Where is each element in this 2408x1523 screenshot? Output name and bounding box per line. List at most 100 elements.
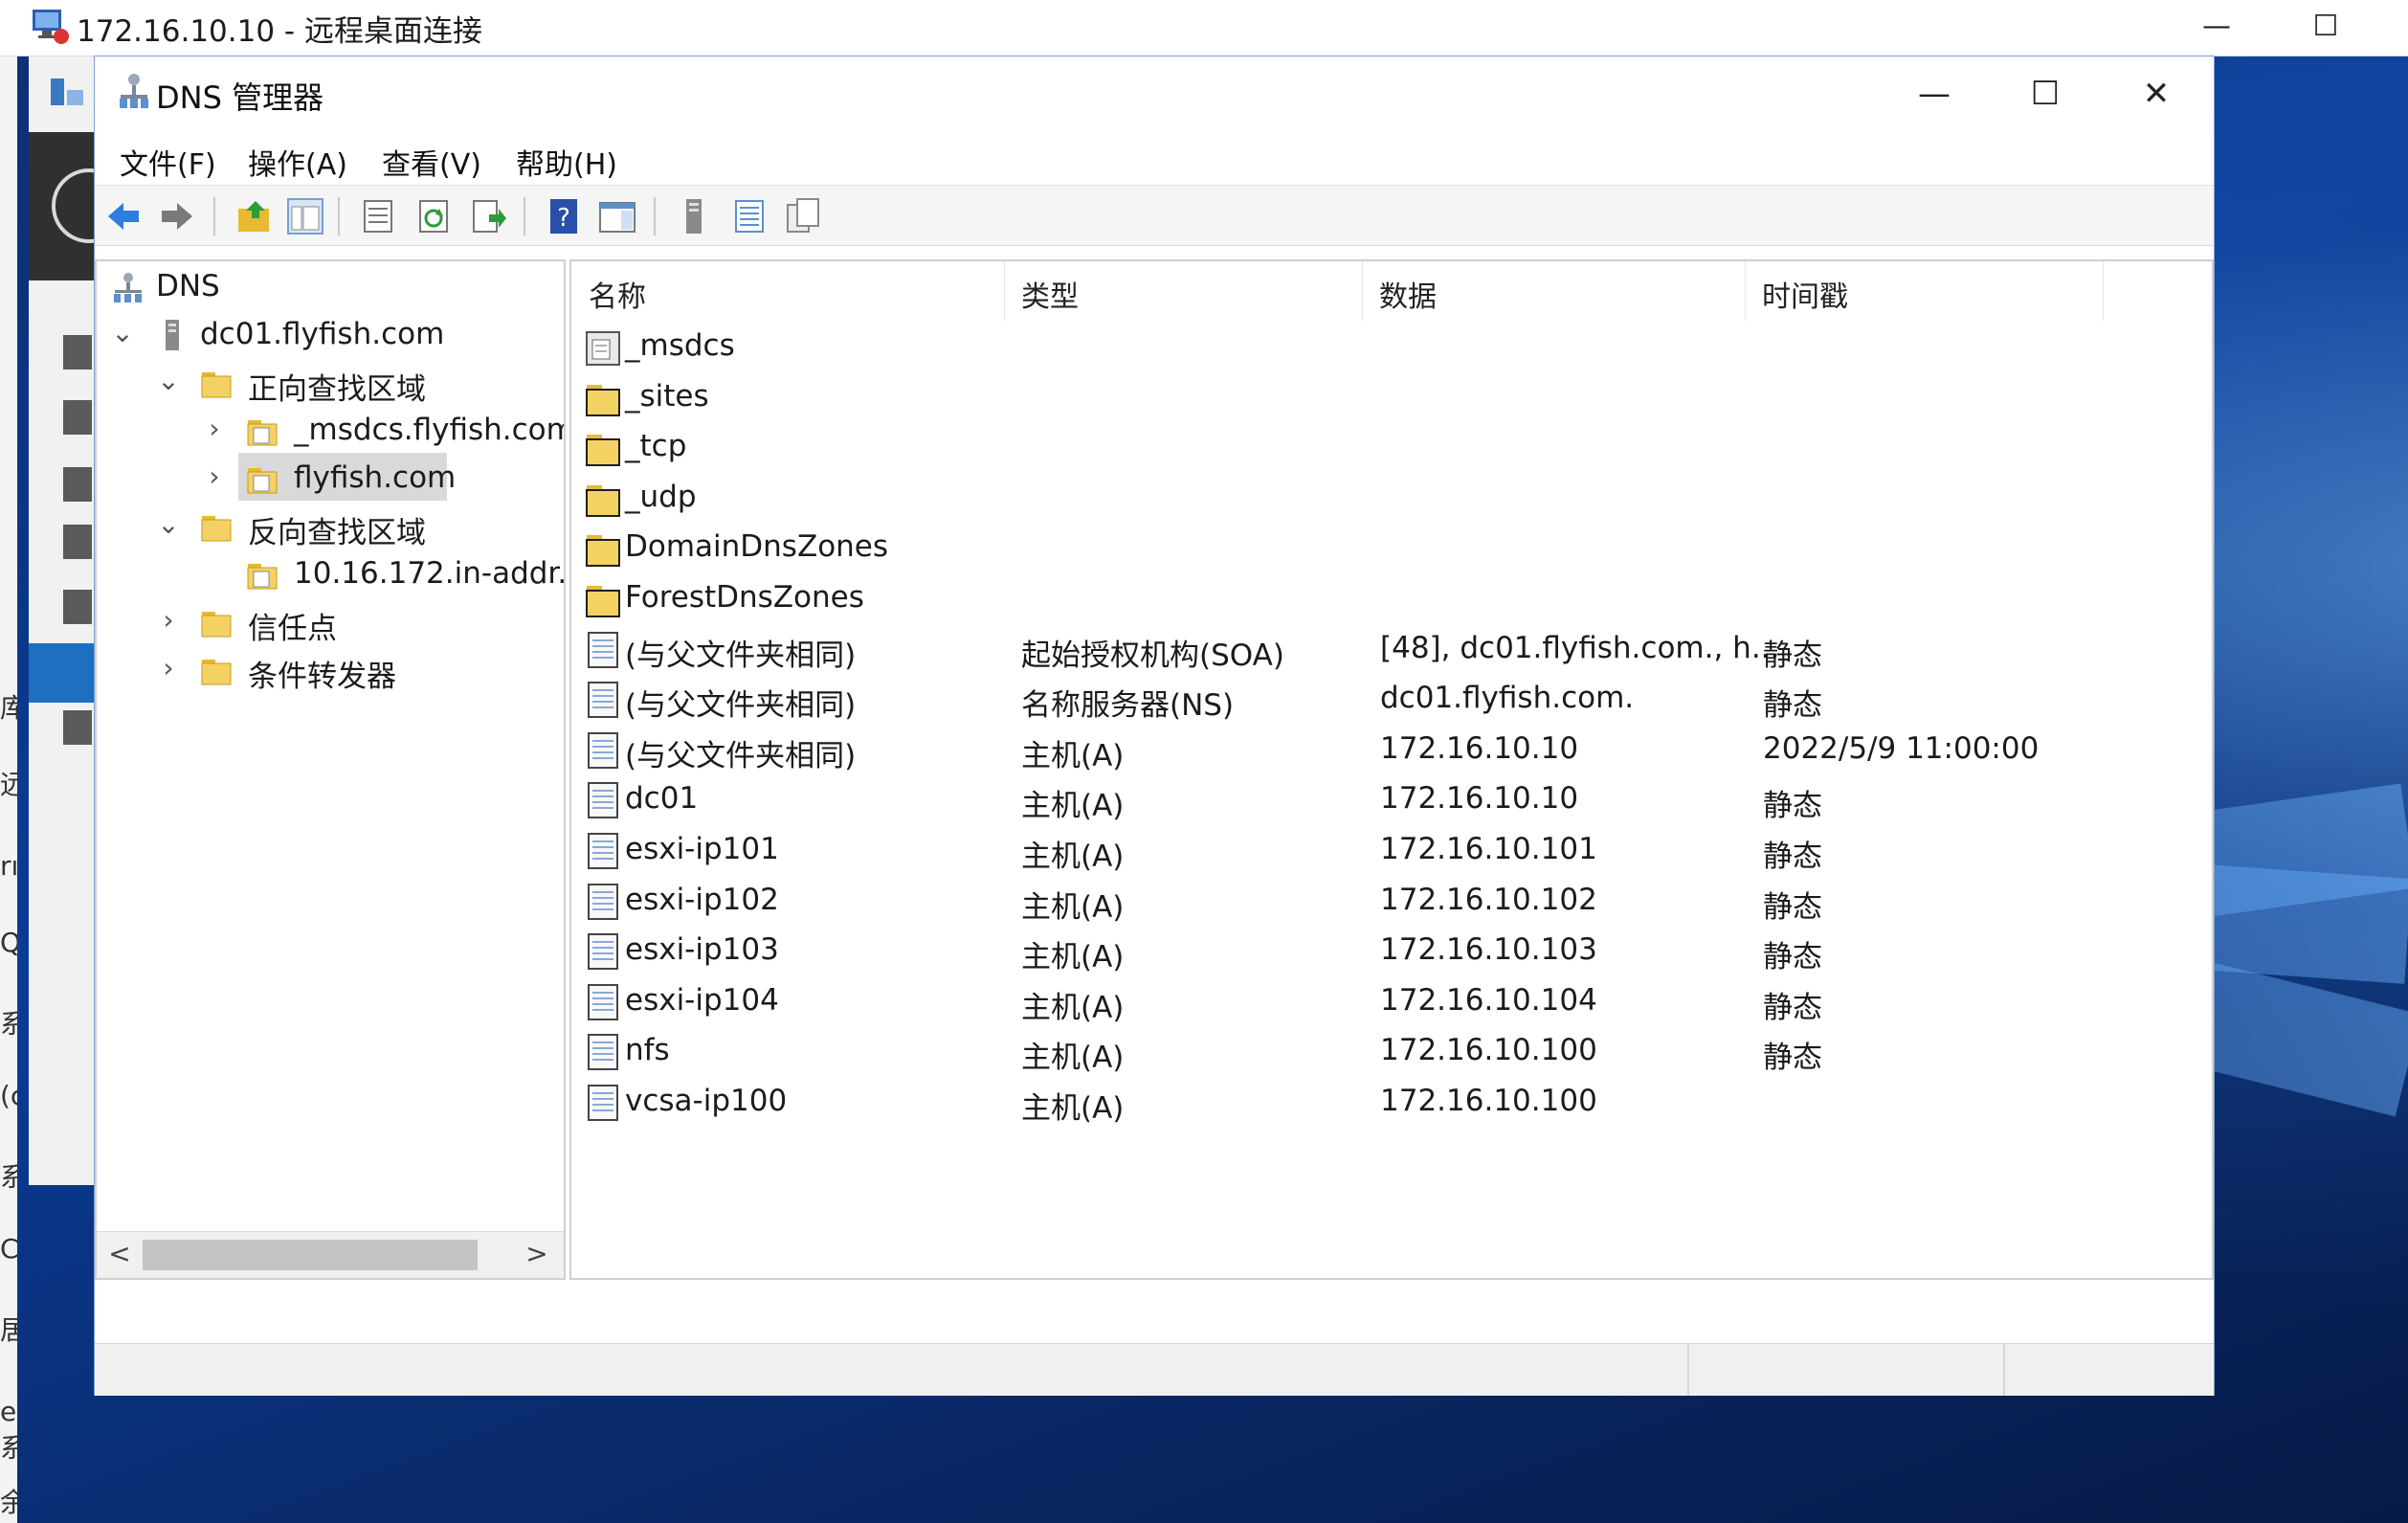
chevron-down-icon[interactable]: ⌄ xyxy=(154,365,183,403)
folder-icon xyxy=(586,535,620,568)
folder-icon xyxy=(201,612,232,638)
table-row[interactable]: ForestDnsZones xyxy=(571,574,2212,624)
background-text: 远 xyxy=(0,769,17,800)
show-hide-console-tree-icon[interactable] xyxy=(286,197,324,235)
tree-horizontal-scrollbar[interactable]: < > xyxy=(97,1231,564,1278)
server-icon[interactable] xyxy=(675,197,713,235)
chevron-right-icon[interactable]: › xyxy=(200,460,229,499)
record-data: 172.16.10.104 xyxy=(1380,982,1597,1018)
server-icon xyxy=(166,320,179,350)
table-row[interactable]: _sites xyxy=(571,373,2212,423)
console-tree: DNS ⌄ dc01.flyfish.com ⌄ 正向查找区域 › _msdcs… xyxy=(95,259,566,1280)
background-text: 系 xyxy=(0,1008,17,1040)
properties-icon[interactable] xyxy=(359,197,397,235)
scroll-left-icon[interactable]: < xyxy=(100,1238,139,1272)
close-button[interactable]: ✕ xyxy=(2118,70,2195,118)
column-header-label: 数据 xyxy=(1379,280,1437,314)
remote-desktop-icon xyxy=(33,10,69,44)
menu-file[interactable]: 文件(F) xyxy=(120,141,216,183)
record-icon xyxy=(588,682,618,719)
zone-icon xyxy=(247,420,278,446)
folder-icon xyxy=(586,435,620,467)
table-row[interactable]: (与父文件夹相同) 名称服务器(NS) dc01.flyfish.com. 静态 xyxy=(571,675,2212,725)
record-data: 172.16.10.10 xyxy=(1380,781,1579,817)
scrollbar-thumb[interactable] xyxy=(143,1240,478,1270)
table-row[interactable]: _udp xyxy=(571,474,2212,524)
forward-arrow-icon[interactable] xyxy=(158,197,196,235)
record-icon xyxy=(588,782,618,819)
record-icon xyxy=(588,631,618,668)
chevron-down-icon[interactable]: ⌄ xyxy=(154,508,183,547)
all-servers-icon[interactable] xyxy=(63,467,92,502)
column-header-label: 名称 xyxy=(589,280,646,314)
table-row[interactable]: esxi-ip104 主机(A) 172.16.10.104 静态 xyxy=(571,977,2212,1027)
chevron-right-icon[interactable]: › xyxy=(154,652,183,690)
record-type: 起始授权机构(SOA) xyxy=(1021,638,1284,673)
toolbar-separator xyxy=(654,197,656,235)
back-arrow-icon[interactable] xyxy=(104,197,143,235)
background-text: Ql xyxy=(0,927,17,958)
table-row[interactable]: esxi-ip103 主机(A) 172.16.10.103 静态 xyxy=(571,927,2212,976)
record-data: 172.16.10.100 xyxy=(1380,1084,1597,1118)
column-header-data[interactable]: 数据 xyxy=(1362,261,1746,321)
rdp-maximize-button[interactable]: ☐ xyxy=(2297,6,2354,48)
record-name: DomainDnsZones xyxy=(625,529,889,565)
background-text: e系 xyxy=(0,1396,17,1464)
scroll-right-icon[interactable]: > xyxy=(518,1238,556,1272)
zone-icon xyxy=(247,564,278,590)
record-name: (与父文件夹相同) xyxy=(625,738,857,773)
table-row[interactable]: vcsa-ip100 主机(A) 172.16.10.100 xyxy=(571,1078,2212,1128)
record-name: _sites xyxy=(625,378,709,414)
record-data: dc01.flyfish.com. xyxy=(1380,681,1635,716)
dns-role-selected-icon[interactable] xyxy=(29,643,94,703)
chevron-right-icon[interactable]: › xyxy=(154,604,183,642)
record-icon xyxy=(588,731,618,769)
menu-help[interactable]: 帮助(H) xyxy=(516,141,617,183)
record-type: 名称服务器(NS) xyxy=(1021,688,1235,724)
menu-action[interactable]: 操作(A) xyxy=(248,141,347,183)
menu-view[interactable]: 查看(V) xyxy=(382,141,481,183)
background-window-edge: 库 远 rı Ql 系 (c 系 CS 居 e系 余 xyxy=(0,56,17,1523)
zone-records-icon[interactable] xyxy=(730,197,769,235)
local-server-icon[interactable] xyxy=(63,400,92,435)
file-services-icon[interactable] xyxy=(63,710,92,745)
table-row[interactable]: dc01 主机(A) 172.16.10.10 静态 xyxy=(571,775,2212,825)
table-row[interactable]: _msdcs xyxy=(571,323,2212,372)
copy-icon[interactable] xyxy=(784,197,822,235)
export-list-icon[interactable] xyxy=(470,197,508,235)
action-pane-icon[interactable] xyxy=(598,197,636,235)
table-row[interactable]: esxi-ip102 主机(A) 172.16.10.102 静态 xyxy=(571,877,2212,927)
column-header-name[interactable]: 名称 xyxy=(571,261,1005,321)
help-icon[interactable]: ? xyxy=(545,197,583,235)
table-row[interactable]: esxi-ip101 主机(A) 172.16.10.101 静态 xyxy=(571,826,2212,876)
record-icon xyxy=(588,1085,618,1121)
background-text: rı xyxy=(0,850,17,882)
minimize-button[interactable]: — xyxy=(1896,70,1973,118)
column-header-type[interactable]: 类型 xyxy=(1004,261,1363,321)
table-row[interactable]: nfs 主机(A) 172.16.10.100 静态 xyxy=(571,1027,2212,1077)
tree-label: _msdcs.flyfish.com xyxy=(294,413,566,447)
table-row[interactable]: (与父文件夹相同) 起始授权机构(SOA) [48], dc01.flyfish.c… xyxy=(571,625,2212,675)
record-icon xyxy=(588,1034,618,1071)
record-type: 主机(A) xyxy=(1021,789,1125,824)
ad-icon[interactable] xyxy=(63,525,92,559)
maximize-button[interactable]: ☐ xyxy=(2007,70,2084,118)
table-row[interactable]: _tcp xyxy=(571,423,2212,473)
rdp-minimize-button[interactable]: — xyxy=(2188,6,2245,48)
table-row[interactable]: DomainDnsZones xyxy=(571,524,2212,573)
record-timestamp: 静态 xyxy=(1763,889,1822,925)
chevron-right-icon[interactable]: › xyxy=(200,413,229,451)
rdp-window-title: 172.16.10.10 - 远程桌面连接 xyxy=(77,14,482,49)
records-list: 名称 类型 数据 时间戳 _msdcs _sites _tcp _udp DomainD… xyxy=(569,259,2214,1280)
table-row[interactable]: (与父文件夹相同) 主机(A) 172.16.10.10 2022/5/9 11:00… xyxy=(571,726,2212,775)
menu-bar: 文件(F) 操作(A) 查看(V) 帮助(H) xyxy=(95,135,2214,185)
up-folder-icon[interactable] xyxy=(234,197,273,235)
dashboard-icon[interactable] xyxy=(63,335,92,370)
background-text: 居 xyxy=(0,1314,17,1346)
column-header-timestamp[interactable]: 时间戳 xyxy=(1745,261,2104,321)
chevron-down-icon[interactable]: ⌄ xyxy=(108,317,137,355)
tools-icon[interactable] xyxy=(63,590,92,624)
background-text: (c xyxy=(0,1080,17,1111)
dns-titlebar: DNS 管理器 — ☐ ✕ xyxy=(95,56,2214,131)
refresh-icon[interactable] xyxy=(414,197,453,235)
